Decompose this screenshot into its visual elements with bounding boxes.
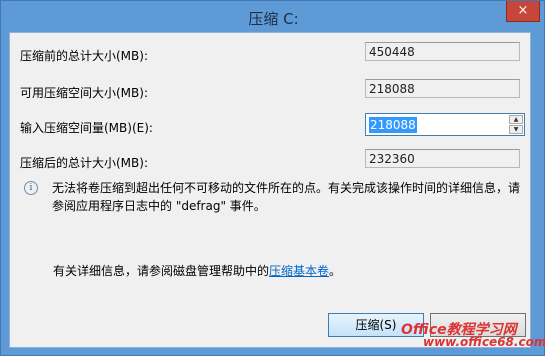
spin-buttons: ▲ ▼ (509, 115, 523, 134)
info-message: 无法将卷压缩到超出任何不可移动的文件所在的点。有关完成该操作时间的详细信息，请参… (52, 181, 521, 213)
title-bar: 压缩 C: × (1, 1, 545, 35)
total-before-value: 450448 (365, 42, 520, 61)
total-before-label: 压缩前的总计大小(MB): (20, 49, 148, 63)
spin-up-button[interactable]: ▲ (509, 115, 523, 124)
close-button[interactable]: × (506, 1, 540, 22)
help-link[interactable]: 压缩基本卷 (269, 264, 329, 278)
shrink-amount-label: 输入压缩空间量(MB)(E): (20, 121, 153, 135)
help-prefix: 有关详细信息，请参阅磁盘管理帮助中的 (53, 264, 270, 278)
dialog-content: 压缩前的总计大小(MB): 450448 可用压缩空间大小(MB): 21808… (9, 32, 531, 348)
available-space-value: 218088 (365, 79, 520, 98)
total-after-value: 232360 (365, 149, 520, 168)
info-icon: i (24, 181, 38, 195)
close-icon: × (517, 3, 529, 18)
help-text: 有关详细信息，请参阅磁盘管理帮助中的压缩基本卷。 (53, 262, 341, 279)
available-space-label: 可用压缩空间大小(MB): (20, 86, 148, 100)
total-after-label: 压缩后的总计大小(MB): (20, 156, 148, 170)
shrink-amount-input[interactable]: 218088 (369, 117, 417, 133)
dialog-window: 压缩 C: × 压缩前的总计大小(MB): 450448 可用压缩空间大小(MB… (0, 0, 545, 356)
shrink-amount-stepper[interactable]: 218088 ▲ ▼ (365, 113, 525, 136)
help-suffix: 。 (329, 264, 342, 278)
spin-down-button[interactable]: ▼ (509, 125, 523, 134)
dialog-title: 压缩 C: (248, 10, 299, 28)
watermark-url: www.office68.com (423, 335, 545, 349)
